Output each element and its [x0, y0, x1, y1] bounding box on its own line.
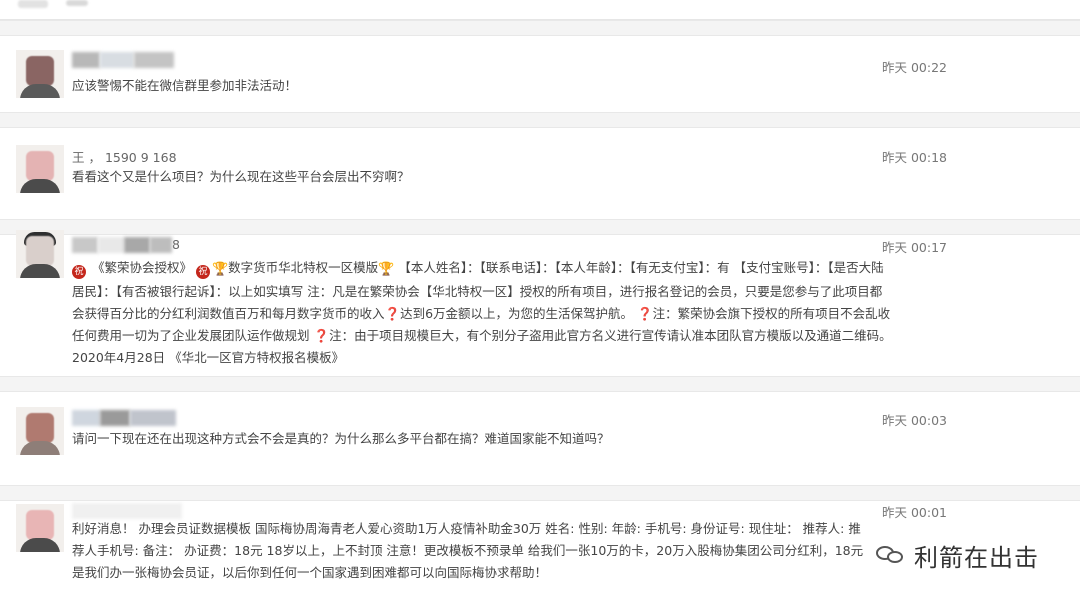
message-content: 请问一下现在还在出现这种方式会不会是真的？为什么那么多平台都在搞？难道国家能不知…: [72, 431, 610, 446]
trophy-icon: 🏆: [211, 262, 229, 277]
message-content: 祝 《繁荣协会授权》 祝 🏆数字货币华北特权一区模版🏆 【本人姓名】：【联系电话】…: [72, 260, 892, 365]
message-time: 昨天 00:17: [882, 240, 947, 255]
trophy-icon: 🏆: [378, 262, 395, 277]
avatar[interactable]: [16, 407, 64, 455]
question-mark-icon: ❓: [313, 328, 330, 343]
message-item: 王 ， 1590 9 168 昨天 00:18 看看这个又是什么项目？为什么现在…: [0, 129, 1080, 219]
message-item: 8 昨天 00:17 祝 《繁荣协会授权》 祝 🏆数字货币华北特权一区模版🏆 【本…: [0, 230, 1080, 376]
blurred-name: [66, 0, 88, 6]
blurred-face: [26, 413, 54, 443]
sender-name[interactable]: [72, 409, 176, 427]
message-content: 利好消息！ 办理会员证数据模板 国际梅协周海青老人爱心资助1万人疫情补助金30万…: [72, 521, 864, 580]
avatar[interactable]: [16, 230, 64, 278]
message-separator: [0, 112, 1080, 128]
avatar[interactable]: [16, 504, 64, 552]
message-time: 昨天 00:18: [882, 150, 947, 165]
message-content: 应该警惕不能在微信群里参加非法活动！: [72, 78, 298, 93]
sender-name[interactable]: 8: [72, 236, 180, 254]
message-separator: [0, 376, 1080, 392]
question-mark-icon: ❓: [637, 306, 653, 321]
message-separator: [0, 219, 1080, 235]
avatar[interactable]: [16, 50, 64, 98]
blurred-face: [26, 510, 54, 540]
previous-message-remnant: [0, 0, 1080, 20]
blurred-avatar: [18, 0, 48, 8]
sender-name[interactable]: [72, 51, 174, 69]
question-mark-icon: ❓: [384, 306, 401, 321]
message-content: 看看这个又是什么项目？为什么现在这些平台会层出不穷啊？: [72, 169, 410, 184]
wechat-icon: [874, 542, 908, 568]
watermark-text: 利箭在出击: [914, 543, 1039, 572]
message-separator: [0, 20, 1080, 36]
blurred-face: [26, 151, 54, 181]
avatar[interactable]: [16, 145, 64, 193]
blurred-face: [26, 56, 54, 86]
blessing-stamp-icon: 祝: [195, 265, 210, 279]
blessing-stamp-icon: 祝: [72, 265, 86, 279]
blurred-face: [26, 236, 54, 266]
wechat-watermark: 利箭在出击: [868, 538, 1045, 572]
message-item: 昨天 00:03 请问一下现在还在出现这种方式会不会是真的？为什么那么多平台都在…: [0, 393, 1080, 485]
message-time: 昨天 00:22: [882, 60, 947, 75]
message-time: 昨天 00:01: [882, 505, 947, 520]
message-time: 昨天 00:03: [882, 413, 947, 428]
message-item: 昨天 00:22 应该警惕不能在微信群里参加非法活动！: [0, 37, 1080, 112]
message-separator: [0, 485, 1080, 501]
sender-name[interactable]: 王 ， 1590 9 168: [72, 147, 177, 165]
